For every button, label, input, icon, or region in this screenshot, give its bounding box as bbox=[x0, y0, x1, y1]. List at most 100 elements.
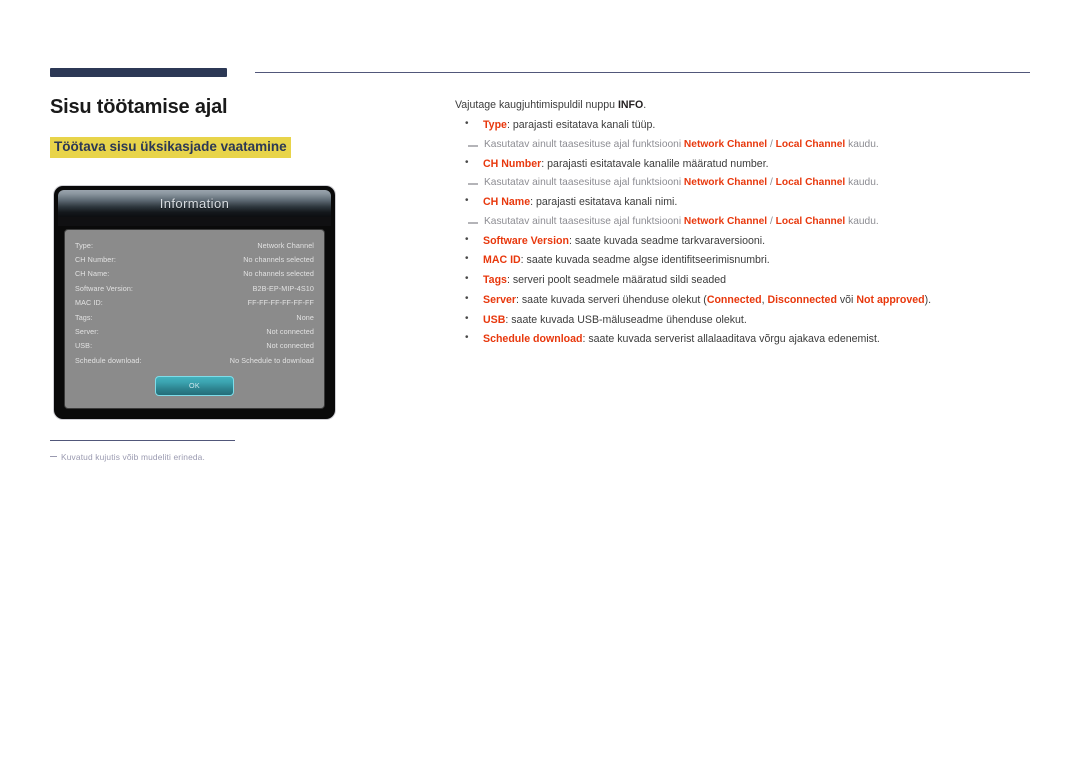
bullet-term: Tags bbox=[483, 274, 507, 286]
header-accent-bar bbox=[50, 68, 227, 77]
bullet-text-end: ). bbox=[925, 294, 931, 306]
row-value: Not connected bbox=[266, 328, 314, 335]
bullet-term: Software Version bbox=[483, 235, 569, 247]
note-dash-icon bbox=[468, 145, 478, 147]
dialog-title: Information bbox=[160, 196, 229, 211]
ok-button[interactable]: OK bbox=[155, 376, 234, 396]
bullet-term: Schedule download bbox=[483, 333, 582, 345]
list-item: Type: parajasti esitatava kanali tüüp. bbox=[455, 119, 1030, 132]
bullet-text: : parajasti esitatava kanali tüüp. bbox=[507, 119, 655, 131]
row-value: B2B-EP-MIP-4S10 bbox=[253, 285, 314, 292]
list-item: Server: saate kuvada serveri ühenduse ol… bbox=[455, 294, 1030, 307]
table-row: Software Version: B2B-EP-MIP-4S10 bbox=[75, 281, 314, 295]
bullet-term: Server bbox=[483, 294, 516, 306]
footnote-dash-icon bbox=[50, 456, 57, 457]
row-label: CH Name: bbox=[75, 270, 109, 277]
row-label: CH Number: bbox=[75, 256, 116, 263]
note-suffix: kaudu. bbox=[845, 139, 878, 150]
row-label: MAC ID: bbox=[75, 299, 103, 306]
row-value: No channels selected bbox=[243, 256, 314, 263]
bullet-text: : saate kuvada serveri ühenduse olekut ( bbox=[516, 294, 707, 306]
bullet-text: : saate kuvada seadme algse identifitsee… bbox=[521, 254, 770, 266]
right-column: Vajutage kaugjuhtimispuldil nuppu INFO. … bbox=[455, 99, 1030, 353]
note-separator: / bbox=[767, 139, 776, 150]
footnote: Kuvatud kujutis võib mudeliti erineda. bbox=[50, 440, 350, 462]
note-item: Kasutatav ainult taasesituse ajal funkts… bbox=[455, 177, 1030, 190]
row-value: No Schedule to download bbox=[230, 357, 314, 364]
note-local-channel: Local Channel bbox=[776, 216, 846, 227]
status-disconnected: Disconnected bbox=[767, 294, 836, 306]
note-prefix: Kasutatav ainult taasesituse ajal funkts… bbox=[484, 216, 684, 227]
table-row: Tags: None bbox=[75, 310, 314, 324]
row-label: Schedule download: bbox=[75, 357, 142, 364]
row-label: USB: bbox=[75, 342, 92, 349]
bullet-text: : parajasti esitatava kanali nimi. bbox=[530, 196, 677, 208]
intro-paragraph: Vajutage kaugjuhtimispuldil nuppu INFO. bbox=[455, 99, 1030, 112]
bullet-term: CH Name bbox=[483, 196, 530, 208]
note-local-channel: Local Channel bbox=[776, 177, 846, 188]
status-connected: Connected bbox=[707, 294, 762, 306]
row-value: Network Channel bbox=[257, 242, 314, 249]
note-separator: / bbox=[767, 216, 776, 227]
page-title: Sisu töötamise ajal bbox=[50, 96, 430, 118]
bullet-term: USB bbox=[483, 314, 505, 326]
table-row: CH Name: No channels selected bbox=[75, 267, 314, 281]
note-local-channel: Local Channel bbox=[776, 139, 846, 150]
list-item: MAC ID: saate kuvada seadme algse identi… bbox=[455, 254, 1030, 267]
page-root: { "page": { "title": "Sisu töötamise aja… bbox=[0, 0, 1080, 763]
list-item: Tags: serveri poolt seadmele määratud si… bbox=[455, 274, 1030, 287]
bullet-text: : saate kuvada seadme tarkvaraversiooni. bbox=[569, 235, 765, 247]
dialog-button-row: OK bbox=[75, 376, 314, 396]
table-row: Type: Network Channel bbox=[75, 238, 314, 252]
footnote-text-row: Kuvatud kujutis võib mudeliti erineda. bbox=[50, 452, 350, 462]
status-not-approved: Not approved bbox=[856, 294, 924, 306]
note-suffix: kaudu. bbox=[845, 216, 878, 227]
row-value: Not connected bbox=[266, 342, 314, 349]
section-heading: Töötava sisu üksikasjade vaatamine bbox=[50, 137, 291, 158]
list-item: Schedule download: saate kuvada serveris… bbox=[455, 333, 1030, 346]
bullet-term: CH Number bbox=[483, 158, 541, 170]
note-dash-icon bbox=[468, 183, 478, 185]
info-button-name: INFO bbox=[618, 99, 643, 111]
bullet-term: Type bbox=[483, 119, 507, 131]
table-row: MAC ID: FF-FF-FF-FF-FF-FF bbox=[75, 296, 314, 310]
bullet-text: : parajasti esitatavale kanalile määratu… bbox=[541, 158, 768, 170]
information-dialog: Information Type: Network Channel CH Num… bbox=[54, 186, 335, 419]
table-row: Server: Not connected bbox=[75, 324, 314, 338]
note-item: Kasutatav ainult taasesituse ajal funkts… bbox=[455, 139, 1030, 152]
note-dash-icon bbox=[468, 222, 478, 224]
list-item: CH Number: parajasti esitatavale kanalil… bbox=[455, 158, 1030, 171]
note-prefix: Kasutatav ainult taasesituse ajal funkts… bbox=[484, 139, 684, 150]
list-item: CH Name: parajasti esitatava kanali nimi… bbox=[455, 196, 1030, 209]
footnote-rule bbox=[50, 440, 235, 441]
note-separator: / bbox=[767, 177, 776, 188]
header-thin-line bbox=[255, 72, 1030, 73]
dialog-body: Type: Network Channel CH Number: No chan… bbox=[64, 229, 325, 409]
note-network-channel: Network Channel bbox=[684, 216, 767, 227]
bullet-text: : saate kuvada serverist allalaaditava v… bbox=[582, 333, 879, 345]
list-item: Software Version: saate kuvada seadme ta… bbox=[455, 235, 1030, 248]
note-prefix: Kasutatav ainult taasesituse ajal funkts… bbox=[484, 177, 684, 188]
row-label: Software Version: bbox=[75, 285, 133, 292]
note-network-channel: Network Channel bbox=[684, 139, 767, 150]
header-rule bbox=[50, 68, 1030, 78]
row-value: FF-FF-FF-FF-FF-FF bbox=[248, 299, 314, 306]
bullet-term: MAC ID bbox=[483, 254, 521, 266]
row-value: No channels selected bbox=[243, 270, 314, 277]
table-row: USB: Not connected bbox=[75, 339, 314, 353]
list-item: USB: saate kuvada USB-mäluseadme ühendus… bbox=[455, 314, 1030, 327]
table-row: Schedule download: No Schedule to downlo… bbox=[75, 353, 314, 367]
note-network-channel: Network Channel bbox=[684, 177, 767, 188]
status-or: või bbox=[837, 294, 856, 306]
dialog-titlebar: Information bbox=[58, 190, 331, 217]
intro-text-after: . bbox=[643, 99, 646, 111]
note-suffix: kaudu. bbox=[845, 177, 878, 188]
footnote-text: Kuvatud kujutis võib mudeliti erineda. bbox=[61, 452, 205, 462]
dialog-titlebar-shadow bbox=[58, 217, 331, 226]
bullet-text: : serveri poolt seadmele määratud sildi … bbox=[507, 274, 726, 286]
left-column: Sisu töötamise ajal Töötava sisu üksikas… bbox=[50, 96, 430, 158]
row-value: None bbox=[296, 314, 314, 321]
row-label: Type: bbox=[75, 242, 93, 249]
table-row: CH Number: No channels selected bbox=[75, 252, 314, 266]
row-label: Tags: bbox=[75, 314, 93, 321]
